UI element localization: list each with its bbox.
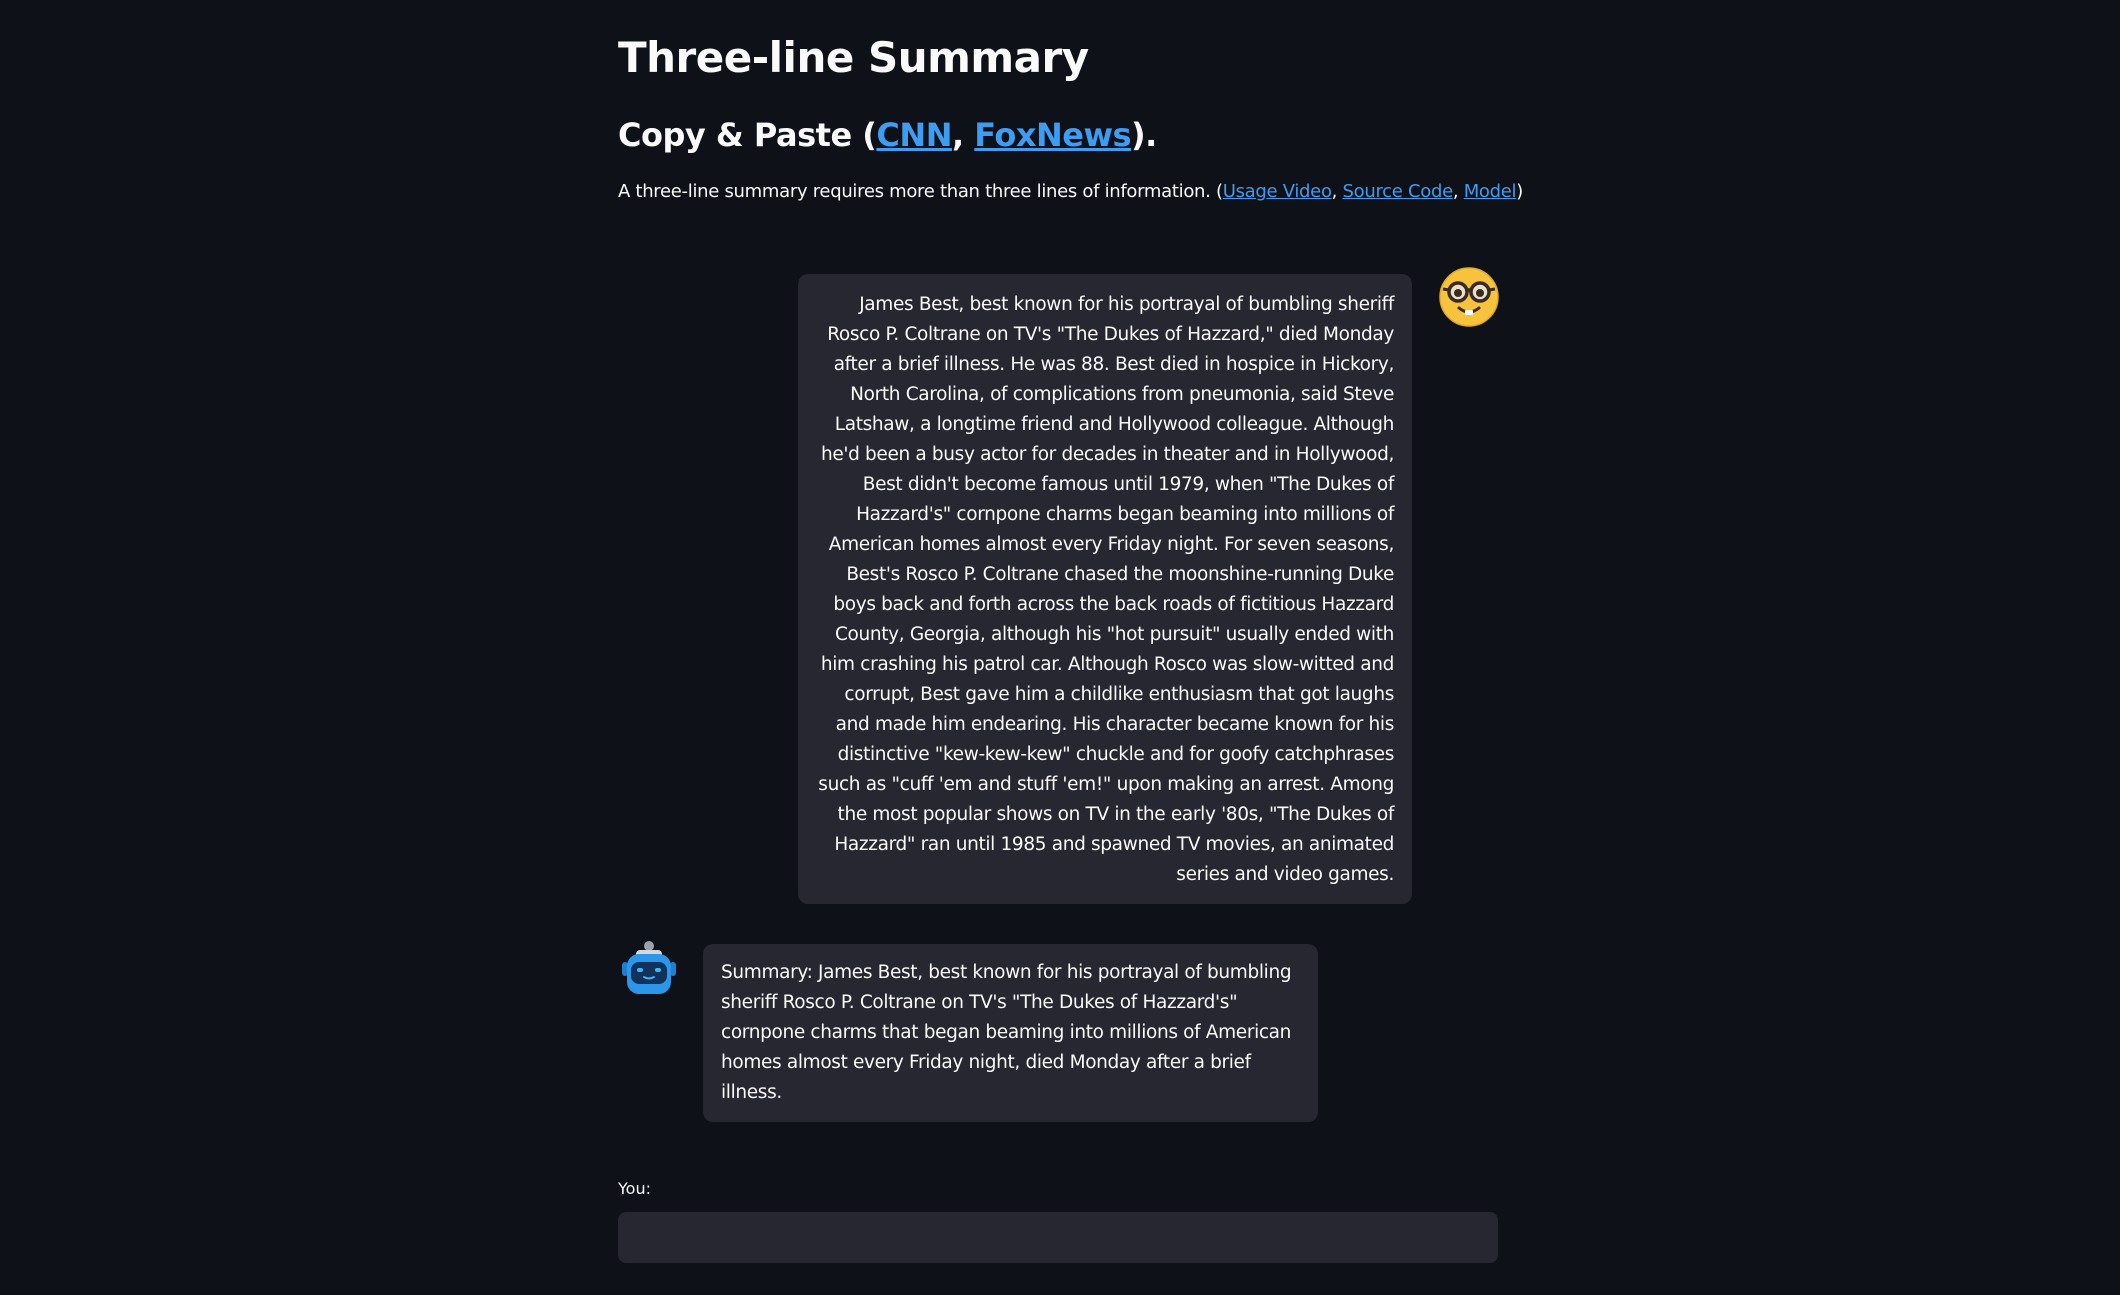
nerd-face-icon xyxy=(1438,266,1500,328)
foxnews-link[interactable]: FoxNews xyxy=(974,116,1131,154)
model-link[interactable]: Model xyxy=(1464,181,1517,202)
source-code-link[interactable]: Source Code xyxy=(1343,181,1454,202)
chat-input-label: You: xyxy=(618,1179,651,1198)
subtitle-suffix: ). xyxy=(1131,116,1157,154)
description: A three-line summary requires more than … xyxy=(618,178,1523,206)
description-separator: , xyxy=(1452,181,1464,202)
subtitle-prefix: Copy & Paste ( xyxy=(618,116,877,154)
chat-input[interactable] xyxy=(618,1212,1498,1263)
page-subtitle: Copy & Paste (CNN, FoxNews). xyxy=(618,112,1157,158)
usage-video-link[interactable]: Usage Video xyxy=(1223,181,1332,202)
description-separator: , xyxy=(1331,181,1343,202)
bot-message-text: Summary: James Best, best known for his … xyxy=(721,962,1292,1103)
description-suffix: ) xyxy=(1516,181,1523,202)
subtitle-separator: , xyxy=(951,116,975,154)
robot-icon xyxy=(620,938,678,998)
user-message-text: James Best, best known for his portrayal… xyxy=(818,294,1394,885)
page-title: Three-line Summary xyxy=(618,33,1089,82)
description-text: A three-line summary requires more than … xyxy=(618,181,1223,202)
cnn-link[interactable]: CNN xyxy=(876,116,952,154)
bot-message-bubble: Summary: James Best, best known for his … xyxy=(703,944,1318,1122)
user-message-bubble: James Best, best known for his portrayal… xyxy=(798,274,1412,904)
